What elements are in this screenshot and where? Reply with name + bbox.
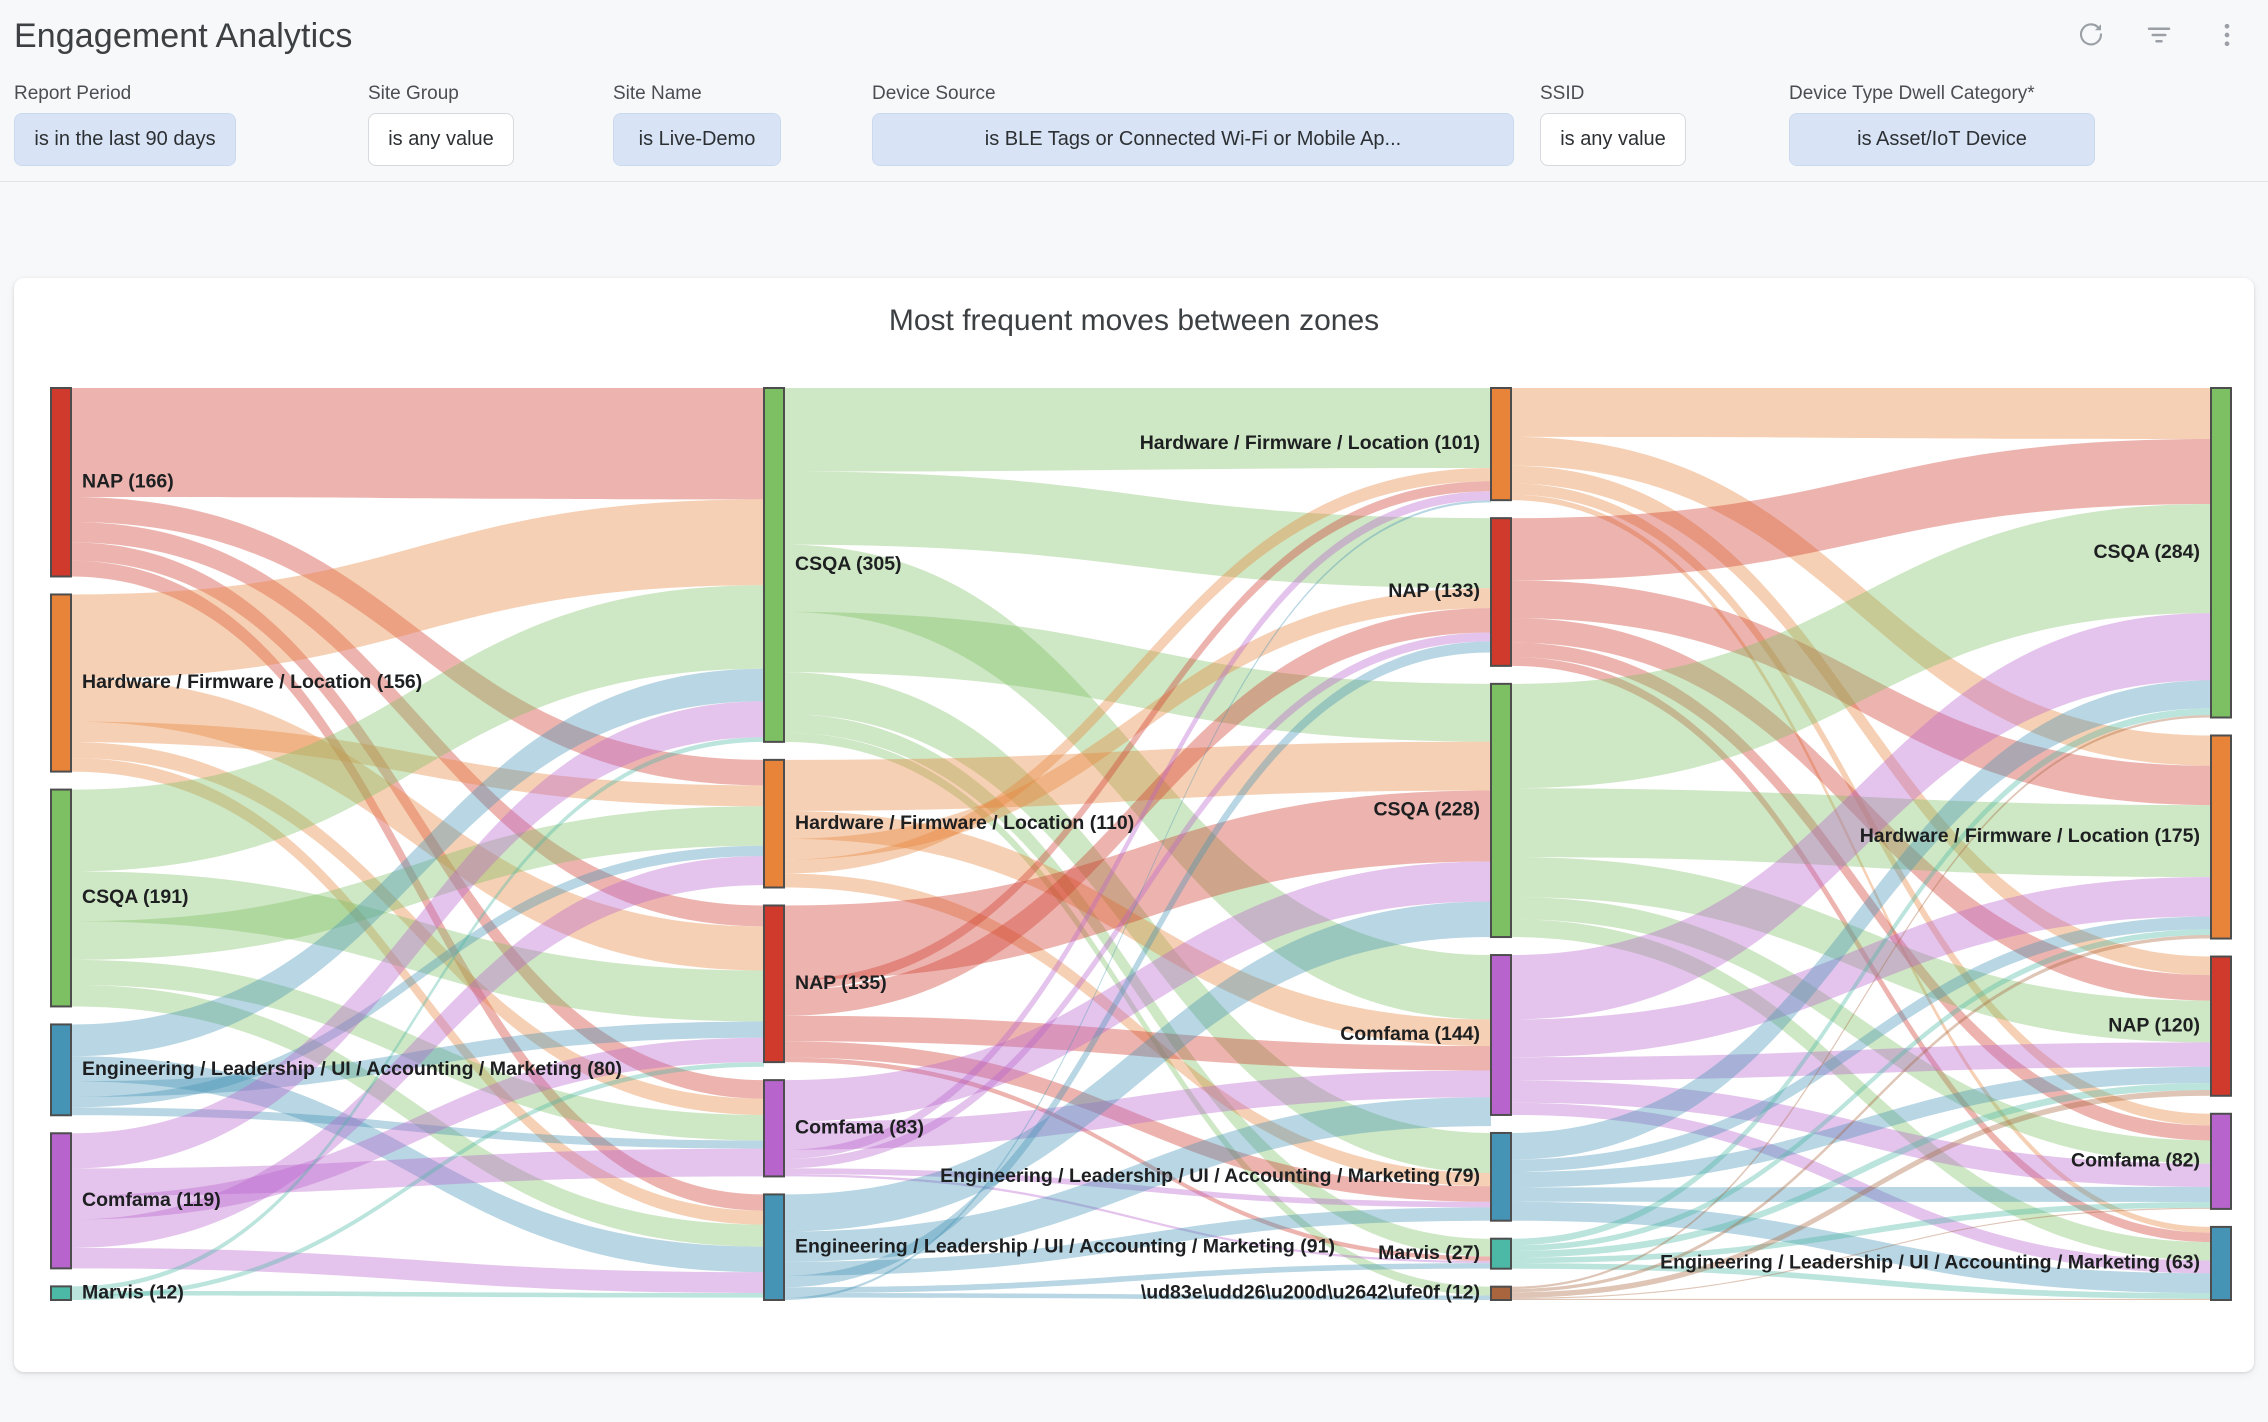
chart-card: Most frequent moves between zones NAP (1… — [14, 278, 2254, 1372]
kebab-menu-icon[interactable] — [2212, 20, 2242, 50]
sankey-link[interactable] — [784, 388, 1491, 472]
filter-label: SSID — [1540, 83, 1585, 104]
filter-label: Site Group — [368, 83, 459, 104]
sankey-node[interactable] — [1490, 517, 1512, 667]
sankey-node-label: Hardware / Firmware / Location (101) — [1140, 432, 1480, 454]
filter-5: Device Type Dwell Category* is Asset/IoT … — [1789, 84, 2095, 166]
sankey-node[interactable] — [1490, 387, 1512, 502]
sankey-link[interactable] — [1511, 388, 2211, 440]
sankey-node[interactable] — [1490, 1131, 1512, 1222]
filter-label: Device Type Dwell Category* — [1789, 83, 2035, 104]
sankey-node[interactable] — [1490, 682, 1512, 939]
sankey-node-label: Comfama (82) — [2071, 1149, 2200, 1171]
sankey-node-label: Marvis (12) — [82, 1281, 184, 1303]
filter-4: SSID is any value — [1540, 84, 1686, 166]
filter-label: Report Period — [14, 83, 132, 104]
header-actions — [2076, 20, 2242, 50]
sankey-node[interactable] — [50, 593, 72, 773]
sankey-node[interactable] — [50, 1023, 72, 1117]
filter-value-control[interactable]: is in the last 90 days — [14, 113, 236, 166]
sankey-node[interactable] — [2210, 1112, 2232, 1210]
filter-label: Device Source — [872, 83, 996, 104]
dashboard-root: Engagement Analytics Report Period is in… — [0, 0, 2268, 1422]
filter-1: Site Group is any value — [368, 84, 514, 166]
sankey-node-label: CSQA (228) — [1373, 799, 1480, 821]
sankey-node[interactable] — [50, 387, 72, 578]
sankey-node-label: Marvis (27) — [1378, 1242, 1480, 1264]
sankey-node[interactable] — [763, 1079, 785, 1178]
sankey-node[interactable] — [50, 1285, 72, 1301]
sankey-node-label: CSQA (305) — [795, 553, 902, 575]
filter-icon[interactable] — [2144, 20, 2174, 50]
filter-bar: Report Period is in the last 90 days Site … — [0, 70, 2268, 182]
sankey-node-label: Comfama (83) — [795, 1116, 924, 1138]
sankey-diagram: NAP (166) Hardware / Firmware / Location … — [14, 278, 2254, 1372]
sankey-node[interactable] — [763, 758, 785, 889]
sankey-node-label: NAP (166) — [82, 470, 174, 492]
sankey-node-label: CSQA (191) — [82, 886, 189, 908]
sankey-node-label: Hardware / Firmware / Location (156) — [82, 671, 422, 693]
sankey-link[interactable] — [71, 388, 764, 500]
sankey-node[interactable] — [763, 904, 785, 1064]
sankey-node-label: Hardware / Firmware / Location (110) — [795, 812, 1134, 834]
sankey-node-label: Comfama (144) — [1340, 1023, 1480, 1045]
sankey-node[interactable] — [1490, 1237, 1512, 1270]
sankey-node-label: NAP (135) — [795, 972, 887, 994]
sankey-node[interactable] — [50, 1132, 72, 1270]
sankey-node[interactable] — [763, 1193, 785, 1301]
refresh-icon[interactable] — [2076, 20, 2106, 50]
sankey-node-label: Engineering / Leadership / UI / Accounti… — [1660, 1252, 2200, 1274]
sankey-node-label: Comfama (119) — [82, 1189, 221, 1211]
sankey-node-label: NAP (133) — [1388, 580, 1480, 602]
sankey-node-label: Engineering / Leadership / UI / Accounti… — [795, 1235, 1335, 1257]
sankey-node-label: Engineering / Leadership / UI / Accounti… — [940, 1165, 1480, 1187]
sankey-node[interactable] — [2210, 1225, 2232, 1301]
filter-value-control[interactable]: is any value — [368, 113, 514, 166]
filter-2: Site Name is Live-Demo — [613, 84, 781, 166]
sankey-node[interactable] — [763, 387, 785, 743]
sankey-node[interactable] — [1490, 1285, 1512, 1301]
filter-0: Report Period is in the last 90 days — [14, 84, 236, 166]
filter-value-control[interactable]: is any value — [1540, 113, 1686, 166]
sankey-node[interactable] — [1490, 954, 1512, 1116]
sankey-node-label: CSQA (284) — [2093, 541, 2200, 563]
sankey-link[interactable] — [1511, 1298, 2211, 1300]
sankey-node-label: NAP (120) — [2108, 1014, 2200, 1036]
sankey-node-label: Engineering / Leadership / UI / Accounti… — [82, 1058, 622, 1080]
filter-value-control[interactable]: is BLE Tags or Connected Wi-Fi or Mobile… — [872, 113, 1514, 166]
sankey-node[interactable] — [2210, 955, 2232, 1097]
sankey-node[interactable] — [2210, 734, 2232, 940]
page-title: Engagement Analytics — [14, 17, 353, 55]
app-header: Engagement Analytics — [0, 0, 2268, 70]
filter-value-control[interactable]: is Asset/IoT Device — [1789, 113, 2095, 166]
sankey-node-label: \ud83e\udd26\u200d\u2642\ufe0f (12) — [1141, 1281, 1480, 1303]
sankey-node[interactable] — [2210, 387, 2232, 719]
filter-label: Site Name — [613, 83, 702, 104]
sankey-node[interactable] — [50, 788, 72, 1008]
filter-value-control[interactable]: is Live-Demo — [613, 113, 781, 166]
filter-3: Device Source is BLE Tags or Connected Wi… — [872, 84, 1514, 166]
sankey-node-label: Hardware / Firmware / Location (175) — [1860, 825, 2200, 847]
